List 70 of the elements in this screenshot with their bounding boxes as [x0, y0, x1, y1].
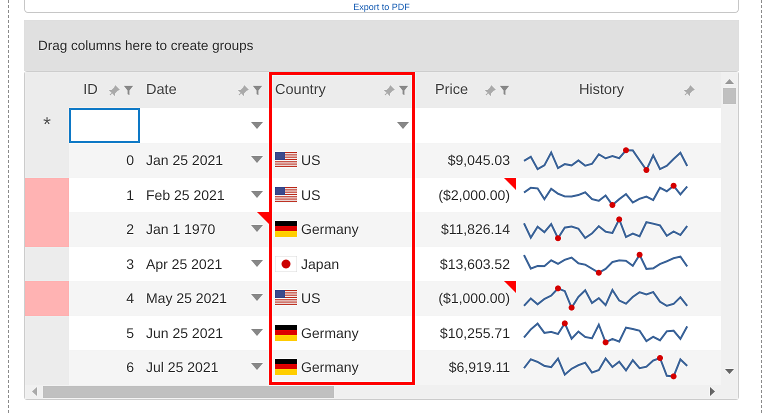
filter-input[interactable] [69, 108, 140, 143]
flag-icon [275, 324, 297, 341]
new-row-marker: * [25, 108, 69, 143]
caret-icon[interactable] [397, 122, 409, 130]
date-cell: Jun 25 2021 [146, 324, 224, 341]
country-cell: Germany [301, 359, 359, 376]
horizontal-scrollbar[interactable] [25, 384, 738, 398]
price-cell: $6,919.11 [448, 359, 510, 376]
filter-icon[interactable] [398, 84, 409, 96]
column-header[interactable]: History [578, 82, 624, 98]
price-cell: $9,045.03 [448, 152, 510, 168]
filter-icon[interactable] [123, 84, 134, 96]
country-cell: US [301, 290, 320, 306]
caret-icon[interactable] [251, 363, 263, 372]
flag-icon [275, 290, 297, 306]
pin-icon[interactable] [384, 84, 395, 96]
caret-icon[interactable] [251, 122, 263, 130]
country-cell: Japan [301, 256, 340, 272]
flag-icon [275, 359, 297, 376]
price-cell: $10,255.71 [440, 324, 510, 341]
country-cell: Germany [301, 221, 359, 238]
column-header[interactable]: Price [434, 82, 468, 98]
flag-icon [275, 256, 297, 272]
country-cell: US [301, 186, 320, 203]
date-cell: Jan 1 1970 [146, 221, 216, 238]
column-header[interactable]: Date [146, 82, 177, 98]
flag-icon [275, 152, 297, 168]
pin-icon[interactable] [684, 84, 695, 96]
column-header[interactable]: ID [83, 82, 98, 98]
date-cell: Apr 25 2021 [146, 256, 222, 272]
country-cell: Germany [301, 324, 359, 341]
scroll-right-icon[interactable] [710, 387, 716, 396]
vertical-scrollbar[interactable] [721, 72, 738, 384]
id-cell: 3 [126, 256, 134, 272]
id-cell: 6 [126, 359, 134, 376]
caret-icon[interactable] [251, 294, 263, 302]
date-cell: Feb 25 2021 [146, 186, 225, 203]
filter-icon[interactable] [498, 84, 510, 96]
price-cell: ($1,000.00) [438, 290, 510, 306]
date-cell: Jan 25 2021 [146, 152, 224, 168]
column-header[interactable]: Country [275, 82, 326, 98]
id-cell: 0 [126, 152, 134, 168]
export-button[interactable]: Export to PDF [353, 2, 410, 12]
date-cell: May 25 2021 [146, 290, 227, 306]
pin-icon[interactable] [109, 84, 120, 96]
caret-icon[interactable] [251, 156, 263, 164]
caret-icon[interactable] [251, 260, 263, 268]
id-cell: 4 [126, 290, 134, 306]
caret-icon[interactable] [251, 328, 263, 337]
flag-icon [275, 186, 297, 203]
country-cell: US [301, 152, 320, 168]
scroll-thumb[interactable] [723, 88, 736, 104]
scroll-down-icon[interactable] [725, 368, 734, 374]
price-cell: ($2,000.00) [438, 186, 510, 203]
caret-icon[interactable] [251, 225, 263, 234]
id-cell: 1 [126, 186, 134, 203]
scroll-left-icon[interactable] [31, 387, 37, 396]
id-cell: 2 [126, 221, 134, 238]
pin-icon[interactable] [238, 84, 249, 96]
date-cell: Jul 25 2021 [146, 359, 218, 376]
filter-icon[interactable] [252, 84, 263, 96]
group-panel-hint: Drag columns here to create groups [38, 38, 254, 53]
caret-icon[interactable] [251, 190, 263, 199]
flag-icon [275, 221, 297, 238]
price-cell: $13,603.52 [440, 256, 510, 272]
pin-icon[interactable] [484, 84, 496, 96]
price-cell: $11,826.14 [440, 221, 510, 238]
id-cell: 5 [126, 324, 134, 341]
scroll-up-icon[interactable] [725, 78, 734, 84]
scroll-thumb[interactable] [43, 386, 334, 398]
